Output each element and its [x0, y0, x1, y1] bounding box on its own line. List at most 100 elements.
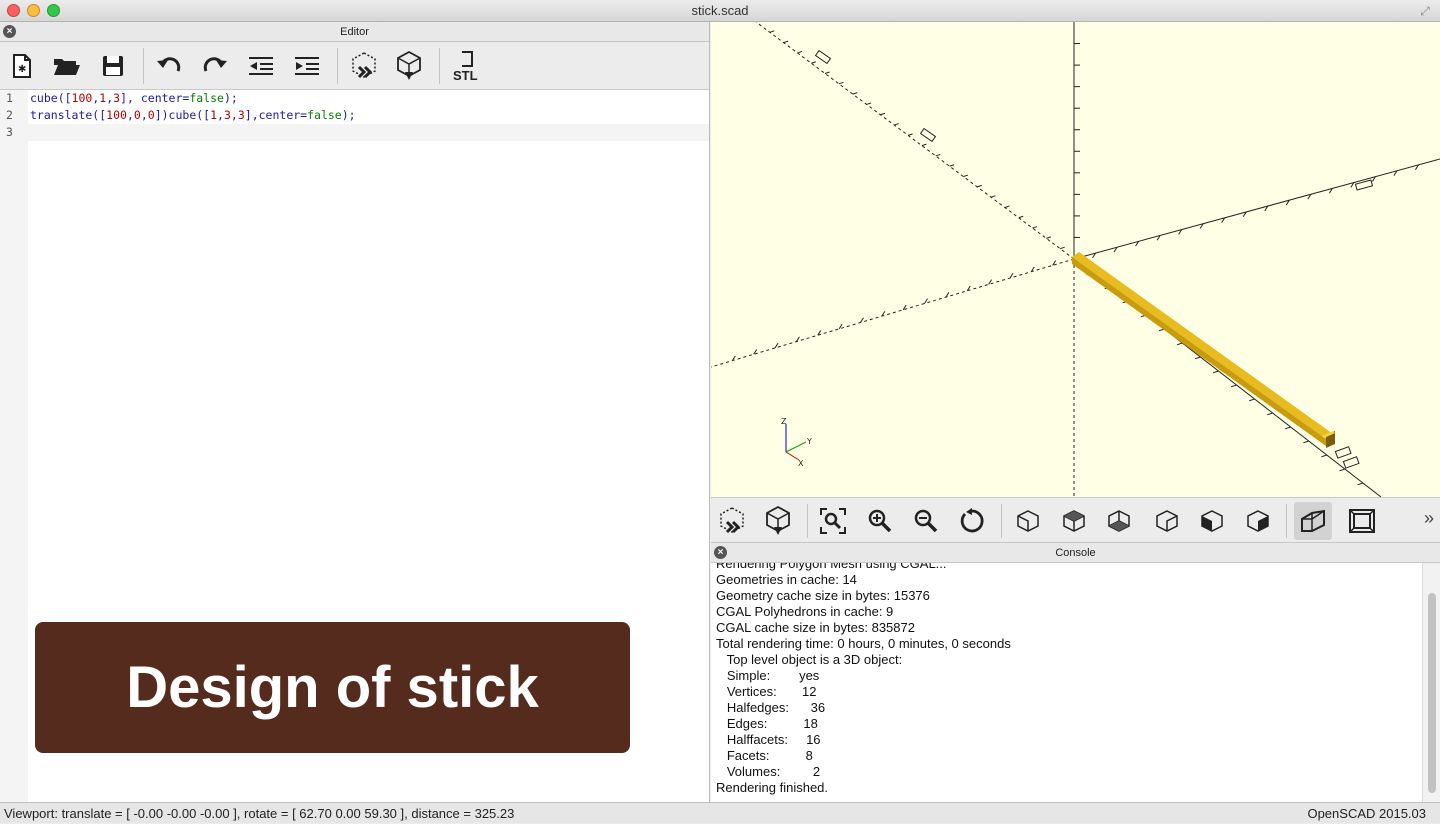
perspective-button[interactable] — [1294, 502, 1332, 540]
save-button[interactable] — [95, 48, 131, 84]
orthogonal-button[interactable] — [1343, 502, 1381, 540]
window-zoom-button[interactable] — [47, 4, 60, 17]
view-left-button[interactable] — [1148, 502, 1186, 540]
view-right-button[interactable] — [1009, 502, 1047, 540]
console-line: Top level object is a 3D object: — [716, 652, 903, 667]
cube-front-icon — [1201, 510, 1223, 532]
svg-text:Y: Y — [806, 437, 812, 446]
cube-back-icon — [1247, 510, 1269, 532]
view-all-button[interactable] — [814, 502, 852, 540]
line-number: 1 — [6, 91, 13, 105]
preview-icon — [720, 507, 744, 534]
reset-view-button[interactable] — [953, 502, 991, 540]
console-line: Volumes: 2 — [716, 764, 821, 779]
console-line: Rendering Polygon Mesh using CGAL... — [716, 563, 947, 571]
axis-tick — [1060, 246, 1065, 250]
axis-tick — [811, 61, 816, 64]
preview-button[interactable] — [346, 48, 382, 84]
axis-tick — [921, 143, 927, 147]
code-line[interactable]: 2 translate([100,0,0])cube([1,3,3],cente… — [0, 107, 709, 124]
console-line: Rendering finished. — [716, 780, 829, 795]
code-line[interactable]: 1 cube([100,1,3], center=false); — [0, 90, 709, 107]
toolbar-separator — [439, 48, 440, 84]
y-axis-positive — [1073, 158, 1440, 260]
axis-tick — [1194, 356, 1201, 360]
axis-tick — [1032, 226, 1038, 229]
unindent-icon — [249, 57, 273, 75]
title-overlay: Design of stick — [35, 622, 630, 753]
render-icon — [766, 505, 790, 535]
cube-top-icon — [1063, 510, 1085, 532]
axis-tick — [990, 195, 996, 198]
status-bar: Viewport: translate = [ -0.00 -0.00 -0.0… — [0, 802, 1440, 823]
axis-tick — [1230, 384, 1237, 388]
code-line-current[interactable]: 3 — [0, 124, 709, 141]
zoom-fit-icon — [820, 508, 846, 534]
axis-tick — [924, 298, 928, 304]
svg-text:✱: ✱ — [18, 64, 26, 75]
zoom-in-icon — [868, 509, 892, 533]
editor-toolbar: ✱ STL — [0, 42, 709, 90]
toolbar-separator — [337, 48, 338, 84]
axis-tick — [880, 112, 886, 116]
fullscreen-icon[interactable]: ⤢ — [1418, 4, 1432, 18]
undo-icon — [157, 57, 181, 72]
console-line: Geometries in cache: 14 — [716, 572, 857, 587]
openscad-window: stick.scad ⤢ × Editor ✱ STL 1 cube([100,… — [0, 0, 1440, 823]
zoom-out-button[interactable] — [907, 502, 945, 540]
view-preview-button[interactable] — [713, 502, 751, 540]
view-toolbar: » — [711, 497, 1440, 543]
line-number: 2 — [6, 108, 13, 122]
preview-icon — [352, 52, 376, 79]
scene-canvas: Z Y X — [711, 22, 1440, 497]
view-bottom-button[interactable] — [1100, 502, 1138, 540]
console-scrollbar[interactable] — [1422, 563, 1440, 802]
axis-tick — [769, 30, 775, 33]
window-close-button[interactable] — [7, 4, 20, 17]
redo-button[interactable] — [197, 48, 233, 84]
export-stl-button[interactable]: STL — [448, 48, 484, 84]
viewport-status: Viewport: translate = [ -0.00 -0.00 -0.0… — [4, 806, 515, 821]
console-pane: × Console Rendering Polygon Mesh using C… — [711, 543, 1440, 802]
undo-button[interactable] — [151, 48, 187, 84]
console-line: CGAL Polyhedrons in cache: 9 — [716, 604, 894, 619]
code-line-text: translate([100,0,0])cube([1,3,3],center=… — [30, 108, 356, 122]
view-front-button[interactable] — [1193, 502, 1231, 540]
console-output[interactable]: Rendering Polygon Mesh using CGAL... Geo… — [711, 563, 1421, 802]
axis-tick — [894, 123, 899, 126]
stick-model — [1072, 252, 1335, 448]
axis-tick — [824, 71, 830, 74]
axis-tick — [1321, 454, 1327, 458]
console-close-icon[interactable]: × — [714, 546, 727, 559]
toolbar-separator — [807, 504, 808, 538]
axis-tick — [949, 164, 955, 167]
unindent-button[interactable] — [243, 48, 279, 84]
axis-tick — [1046, 236, 1052, 239]
indent-icon — [295, 57, 319, 75]
toolbar-overflow-button[interactable]: » — [1424, 508, 1434, 529]
console-line: Geometry cache size in bytes: 15376 — [716, 588, 930, 603]
code-line-text: cube([100,1,3], center=false); — [30, 91, 238, 105]
window-title: stick.scad — [691, 3, 749, 18]
console-scroll-thumb[interactable] — [1428, 593, 1436, 793]
console-line: Facets: 8 — [716, 748, 813, 763]
open-file-button[interactable] — [49, 48, 85, 84]
axis-tick — [774, 342, 779, 349]
new-file-button[interactable]: ✱ — [4, 48, 40, 84]
indent-button[interactable] — [289, 48, 325, 84]
axis-tick — [1176, 342, 1183, 346]
floppy-disk-icon — [103, 56, 123, 76]
axis-tick — [783, 40, 789, 44]
redo-icon — [203, 57, 227, 72]
render-button[interactable] — [391, 48, 427, 84]
zoom-in-button[interactable] — [861, 502, 899, 540]
3d-viewport[interactable]: Z Y X — [711, 22, 1440, 497]
editor-close-icon[interactable]: × — [3, 25, 16, 38]
line-number-gutter — [0, 90, 28, 802]
window-minimize-button[interactable] — [27, 4, 40, 17]
version-label: OpenSCAD 2015.03 — [1307, 806, 1426, 821]
view-render-button[interactable] — [759, 502, 797, 540]
view-back-button[interactable] — [1239, 502, 1277, 540]
view-top-button[interactable] — [1055, 502, 1093, 540]
orthogonal-icon — [1349, 509, 1375, 533]
